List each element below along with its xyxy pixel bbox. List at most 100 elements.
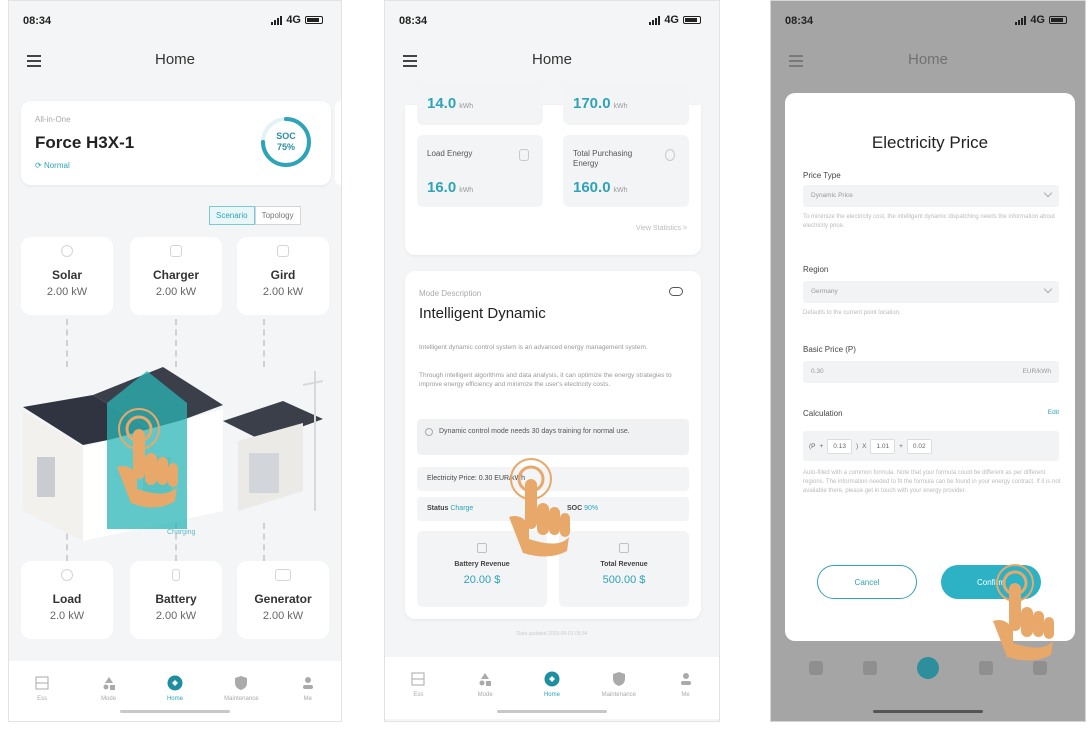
tab-home[interactable]: Home xyxy=(150,675,200,721)
info-icon xyxy=(425,428,433,436)
chevron-down-icon xyxy=(1043,284,1053,294)
region-hint: Defaults to the current point location. xyxy=(803,310,901,316)
device-subtitle: All-in-One xyxy=(35,115,71,124)
revenue-icon xyxy=(477,543,487,553)
tab-label: Me xyxy=(303,696,312,702)
device-state-text: Normal xyxy=(43,161,70,170)
basic-price-input[interactable]: 0.30 EUR/kWh xyxy=(803,361,1059,383)
toggle-scenario[interactable]: Scenario xyxy=(209,206,255,225)
formula-input[interactable]: 1.01 xyxy=(870,438,896,454)
price-type-hint: To minimize the electricity cost, the in… xyxy=(803,214,1055,229)
tap-hand-icon xyxy=(107,371,187,529)
stat-value: 170.0 kWh xyxy=(573,95,628,112)
mode-icon xyxy=(479,673,492,686)
charger-icon xyxy=(170,245,182,257)
stat-item: 14.0 kWh xyxy=(417,83,543,125)
status-time: 08:34 xyxy=(23,15,52,27)
region-select[interactable]: Germany xyxy=(803,281,1059,303)
flow-line-charger xyxy=(175,319,177,367)
tab-mode[interactable]: Mode xyxy=(84,675,134,721)
tile-label: Battery xyxy=(155,592,197,606)
tab-label: Maintenance xyxy=(601,692,636,698)
tab-label: Home xyxy=(166,696,183,702)
stat-value: 16.0 kWh xyxy=(427,179,474,196)
toggle-topology[interactable]: Topology xyxy=(254,206,301,225)
formula-input[interactable]: 0.13 xyxy=(827,438,852,454)
revenue-icon xyxy=(619,543,629,553)
home-indicator xyxy=(873,710,983,713)
region-value: Germany xyxy=(811,288,838,295)
tile-battery[interactable]: Battery 2.00 kW xyxy=(130,561,222,639)
nav-bar: Home xyxy=(9,41,341,81)
tab-ess[interactable]: Ess xyxy=(393,671,443,719)
formula-part: + xyxy=(899,442,903,450)
load-icon xyxy=(519,149,529,161)
calculation-hint: Auto-filled with a common formula. Note … xyxy=(803,470,1061,494)
status-value: Charge xyxy=(450,505,474,512)
network-label: 4G xyxy=(1030,14,1045,26)
mode-switch[interactable] xyxy=(669,287,683,296)
profile-icon xyxy=(302,677,313,689)
calculation-formula: (P + 0.13 ) X 1.01 + 0.02 xyxy=(803,431,1059,461)
tile-value: 2.00 kW xyxy=(262,610,304,622)
tile-solar[interactable]: Solar 2.00 kW xyxy=(21,237,113,315)
signal-icon: 4G xyxy=(649,14,701,26)
tab-label: Ess xyxy=(413,692,424,698)
stat-item: 170.0 kWh xyxy=(563,83,689,125)
tap-hand-icon xyxy=(993,564,1054,661)
battery-icon xyxy=(683,16,701,24)
home-indicator xyxy=(497,710,607,713)
chevron-down-icon xyxy=(1043,188,1053,198)
soc-value: 75% xyxy=(276,142,295,152)
phone-electricity-price-modal: 08:34 4G Home Electricity Price Price Ty… xyxy=(770,0,1086,722)
flow-line-grid xyxy=(263,319,265,367)
tab-me[interactable]: Me xyxy=(283,675,333,721)
tile-generator[interactable]: Generator 2.00 kW xyxy=(237,561,329,639)
price-type-select[interactable]: Dynamic Price xyxy=(803,185,1059,207)
device-card[interactable]: All-in-One Force H3X-1 ⟳ Normal SOC 75% xyxy=(21,101,331,185)
price-type-value: Dynamic Price xyxy=(811,192,853,199)
notice-text: Dynamic control mode needs 30 days train… xyxy=(439,428,630,435)
view-statistics-link[interactable]: View Statistics > xyxy=(636,225,687,232)
view-toggle: Scenario Topology xyxy=(209,206,301,225)
electricity-price-dialog: Electricity Price Price Type Dynamic Pri… xyxy=(785,93,1075,641)
tile-load[interactable]: Load 2.0 kW xyxy=(21,561,113,639)
next-card-peek[interactable] xyxy=(335,101,341,185)
tab-maintenance[interactable]: Maintenance xyxy=(216,675,266,721)
tile-charger[interactable]: Charger 2.00 kW xyxy=(130,237,222,315)
cancel-button[interactable]: Cancel xyxy=(817,565,917,599)
statistics-card: 14.0 kWh 170.0 kWh Load Energy 16.0 kWh Tot… xyxy=(405,83,701,255)
revenue-value: 500.00 $ xyxy=(602,574,646,586)
status-bar: 08:34 4G xyxy=(9,1,341,41)
tab-label: Ess xyxy=(37,696,48,702)
nav-bar: Home xyxy=(385,41,719,81)
revenue-label: Total Revenue xyxy=(600,561,648,568)
status-label: Status xyxy=(427,505,449,512)
calculation-edit-link[interactable]: Edit xyxy=(1048,409,1059,416)
device-icon xyxy=(411,672,425,686)
battery-icon xyxy=(1049,16,1067,24)
tap-hand-icon xyxy=(509,458,570,557)
tile-value: 2.0 kW xyxy=(49,610,85,622)
revenue-label: Battery Revenue xyxy=(454,561,510,568)
status-bar: 08:34 4G xyxy=(385,1,719,41)
device-icon xyxy=(35,676,49,690)
status-time: 08:34 xyxy=(785,15,814,27)
tab-ess[interactable]: Ess xyxy=(17,675,67,721)
flow-line-solar xyxy=(66,319,68,367)
tile-value: 2.00 kW xyxy=(262,286,304,298)
battery-icon xyxy=(305,16,323,24)
tab-label: Mode xyxy=(477,692,493,698)
tab-me[interactable]: Me xyxy=(661,671,711,719)
soc-value: 90% xyxy=(584,505,599,512)
tile-grid[interactable]: Gird 2.00 kW xyxy=(237,237,329,315)
region-label: Region xyxy=(803,265,829,274)
device-state: ⟳ Normal xyxy=(35,161,70,170)
network-label: 4G xyxy=(286,14,301,26)
formula-input[interactable]: 0.02 xyxy=(906,438,932,454)
mode-icon xyxy=(103,677,115,690)
grid-icon xyxy=(277,245,289,257)
tile-label: Solar xyxy=(51,268,82,282)
mode-label: Mode Description xyxy=(419,289,482,298)
status-bar: 08:34 4G xyxy=(771,1,1085,41)
